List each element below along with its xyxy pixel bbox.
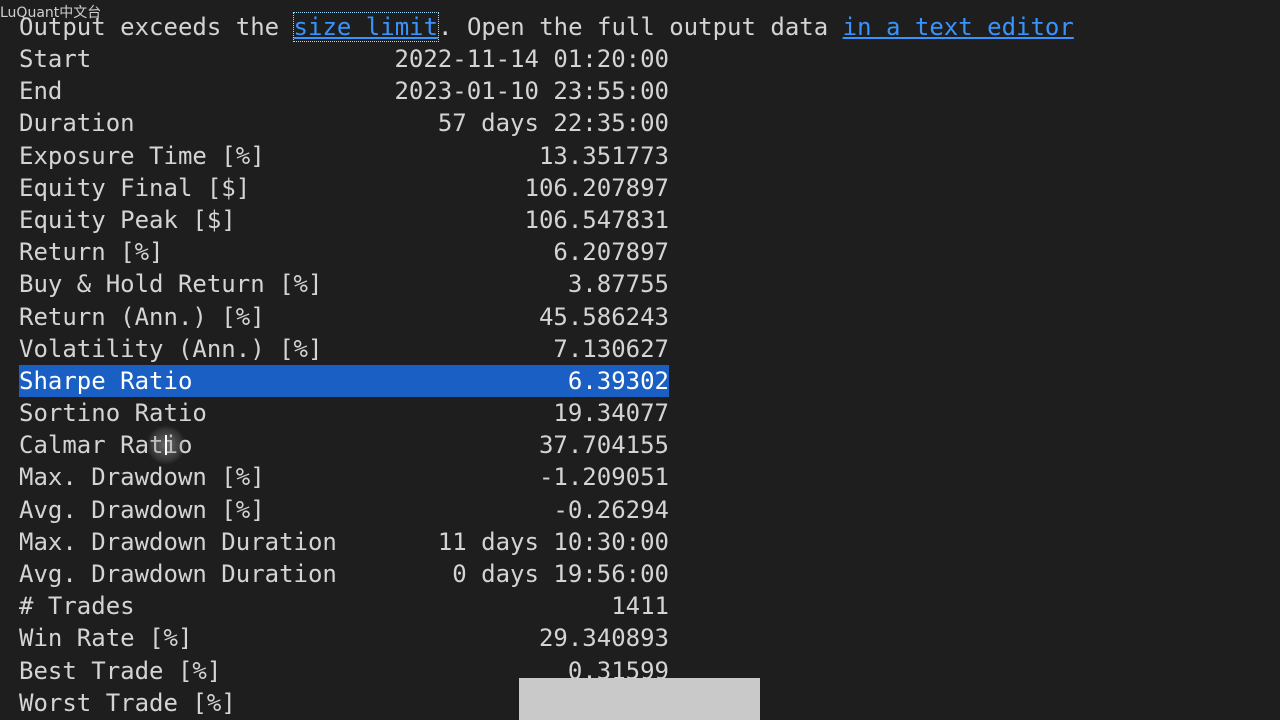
stat-label: Return [%] [19,238,164,267]
stat-value: 7.130627 [553,334,669,363]
stat-value: 29.340893 [538,624,669,653]
stat-row: Sortino Ratio 19.34077 [19,397,669,429]
stat-value: 13.351773 [538,141,669,170]
size-limit-link[interactable]: size limit [292,12,440,42]
stat-row: Buy & Hold Return [%] 3.87755 [19,268,669,300]
stat-row: Exposure Time [%] 13.351773 [19,140,669,172]
stat-label: # Trades [19,592,135,621]
stat-row: Volatility (Ann.) [%] 7.130627 [19,333,669,365]
stat-label: Equity Peak [$] [19,205,236,234]
stat-row: Avg. Drawdown [%] -0.26294 [19,494,669,526]
stat-value: 2023-01-10 23:55:00 [394,77,669,106]
stat-value: 11 days 10:30:00 [437,527,669,556]
stat-row: Duration 57 days 22:35:00 [19,107,669,139]
stat-label: Max. Drawdown Duration [19,527,337,556]
stat-value: 6.207897 [553,238,669,267]
stat-row: Return [%] 6.207897 [19,236,669,268]
stat-value: 45.586243 [538,302,669,331]
stat-label: Volatility (Ann.) [%] [19,334,323,363]
stat-row: Max. Drawdown [%] -1.209051 [19,461,669,493]
stat-label: Max. Drawdown [%] [19,463,265,492]
stat-label: Best Trade [%] [19,656,222,685]
stat-label: Avg. Drawdown Duration [19,560,337,588]
text-cursor-icon [146,425,186,465]
stat-label: Win Rate [%] [19,624,193,653]
output-cell: Output exceeds the size limit. Open the … [19,11,1259,719]
stat-value: 6.39302 [567,366,669,395]
stat-row: Start 2022-11-14 01:20:00 [19,43,669,75]
overlay-box [519,678,760,720]
stat-row: Calmar Ratio 37.704155 [19,429,669,461]
stat-row: Equity Final [$] 106.207897 [19,172,669,204]
watermark: LuQuant中文台 [0,5,102,21]
stat-label: End [19,77,63,106]
stat-row: Max. Drawdown Duration 11 days 10:30:00 [19,526,669,558]
stat-row: Win Rate [%] 29.340893 [19,622,669,654]
stat-value: 2022-11-14 01:20:00 [394,45,669,73]
stat-value: 106.207897 [524,173,670,202]
stat-label: Worst Trade [%] [19,688,236,717]
stat-label: Avg. Drawdown [%] [19,495,265,524]
stat-label: Duration [19,109,135,138]
stat-label: Buy & Hold Return [%] [19,270,323,299]
stat-row-selected[interactable]: Sharpe Ratio 6.39302 [19,364,669,398]
stat-value: 106.547831 [524,205,670,234]
stat-value: 3.87755 [567,270,669,299]
stat-row: # Trades 1411 [19,590,669,622]
stat-value: 57 days 22:35:00 [437,109,669,138]
stat-label: Sortino Ratio [19,399,207,428]
stat-label: Start [19,45,92,73]
stat-value: 19.34077 [553,399,669,428]
output-notice: Output exceeds the size limit. Open the … [19,11,1259,43]
stat-row: Return (Ann.) [%] 45.586243 [19,301,669,333]
stat-label: Equity Final [$] [19,173,251,202]
stat-label: Exposure Time [%] [19,141,265,170]
stat-value: 37.704155 [538,431,669,460]
stat-row: End 2023-01-10 23:55:00 [19,75,669,107]
notice-middle: . Open the full output data [438,13,843,41]
stat-row: Equity Peak [$] 106.547831 [19,204,669,236]
stat-value: -1.209051 [538,463,669,492]
stat-label: Sharpe Ratio [19,366,193,395]
stat-value: -0.26294 [553,495,669,524]
stat-row: Avg. Drawdown Duration 0 days 19:56:00 [19,558,669,590]
stat-value: 0 days 19:56:00 [452,560,669,588]
stat-value: 1411 [611,592,669,621]
stat-label: Return (Ann.) [%] [19,302,265,331]
open-in-text-editor-link[interactable]: in a text editor [843,13,1074,41]
